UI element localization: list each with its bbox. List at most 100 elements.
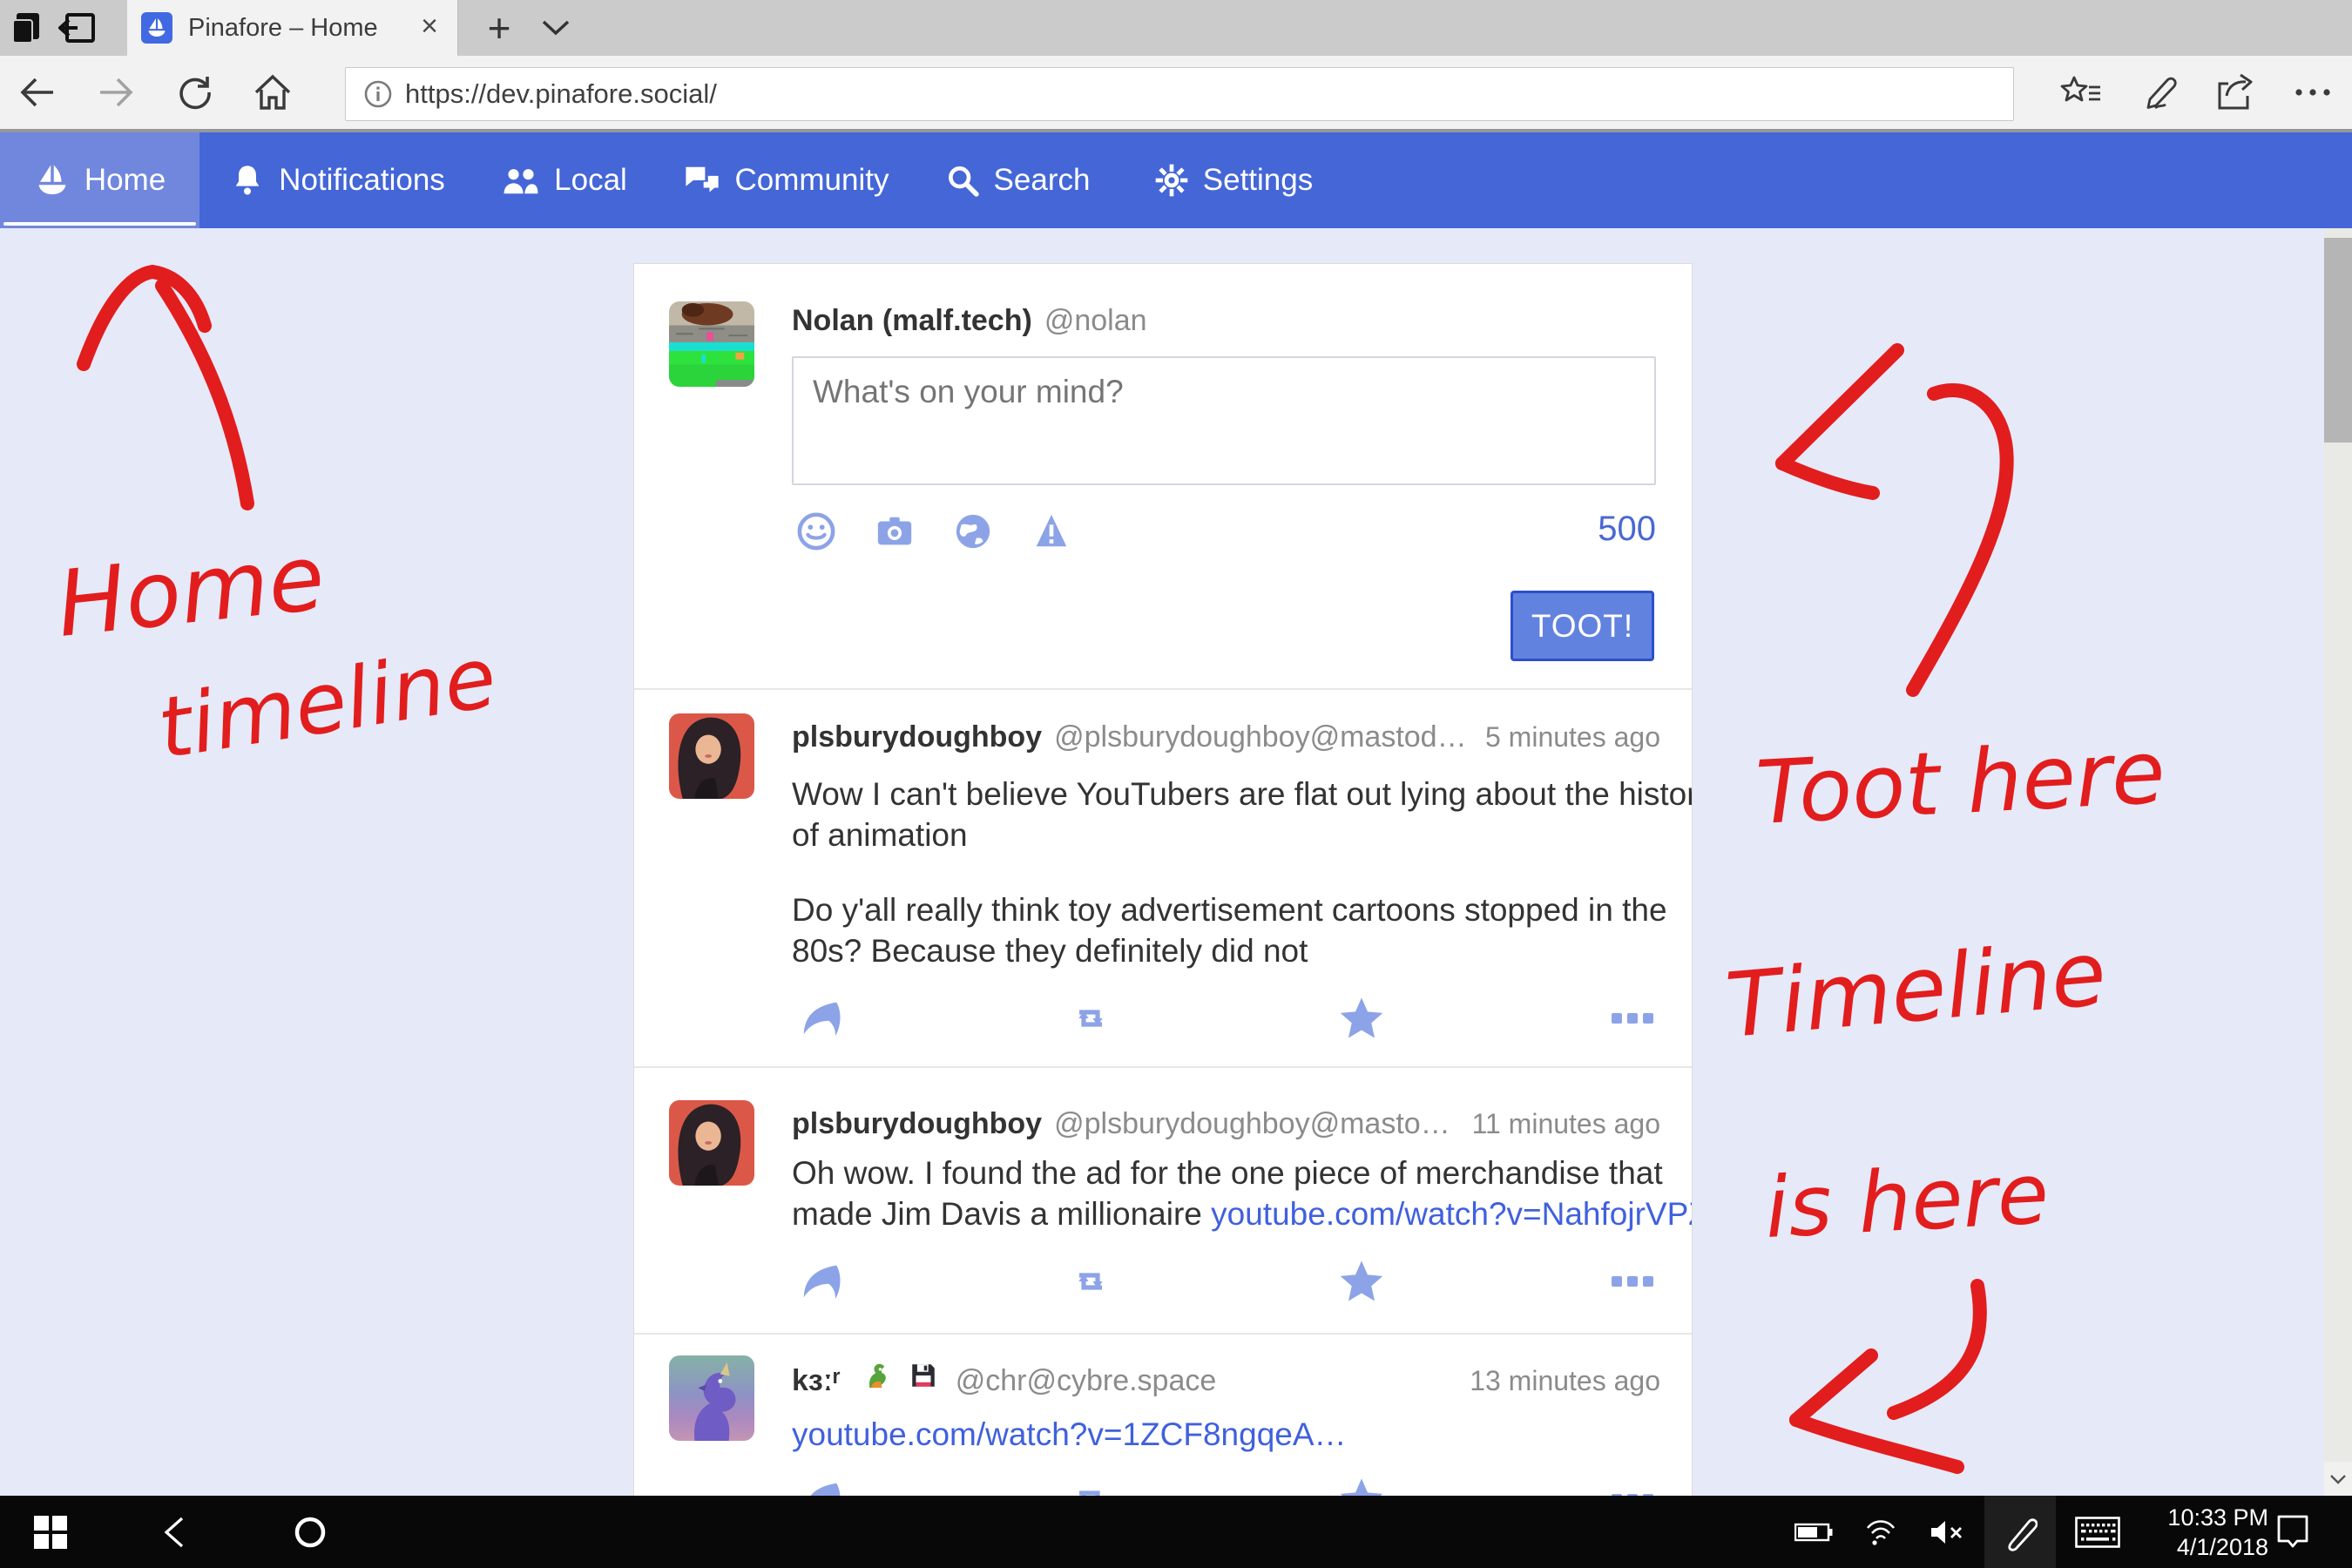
favorites-icon [2060, 75, 2102, 110]
settings-more-button[interactable] [2282, 56, 2343, 129]
compose-avatar[interactable] [669, 301, 754, 387]
share-button[interactable] [2204, 56, 2265, 129]
keyboard-icon [2075, 1517, 2120, 1548]
emoji-picker-icon[interactable] [796, 511, 836, 551]
post-text-line: 80s? Because they definitely did not [792, 930, 1667, 971]
more-icon [2294, 87, 2332, 98]
battery-button[interactable] [1784, 1496, 1843, 1568]
post-header: kɜːʳ @chr@cybre.space 13 minutes ago [792, 1361, 1660, 1398]
reply-button[interactable] [792, 1478, 848, 1496]
favorites-button[interactable] [2051, 56, 2112, 129]
favorite-button[interactable] [1334, 1260, 1389, 1303]
scrollbar-thumb[interactable] [2324, 238, 2352, 443]
start-button[interactable] [23, 1496, 78, 1568]
toot-button[interactable]: TOOT! [1511, 591, 1654, 661]
compose-handle: @nolan [1044, 304, 1147, 338]
gear-icon [1154, 163, 1189, 198]
ellipsis-icon [1610, 1275, 1655, 1288]
post-timestamp[interactable]: 5 minutes ago [1485, 721, 1660, 754]
boost-button[interactable] [1063, 1478, 1119, 1496]
action-center-button[interactable] [2265, 1496, 2321, 1568]
home-icon [253, 73, 293, 112]
divider [634, 688, 1692, 690]
set-tabs-aside-button[interactable] [9, 10, 49, 45]
nav-label-home: Home [84, 163, 166, 198]
post-link[interactable]: youtube.com/watch?v=1ZCF8ngqeA… [792, 1416, 1347, 1452]
post-avatar[interactable] [669, 1100, 754, 1186]
action-center-icon [2275, 1513, 2310, 1551]
nav-item-local[interactable]: Local [490, 132, 639, 228]
post-text: Wow I can't believe YouTubers are flat o… [792, 774, 1693, 855]
dragon-emoji-icon [860, 1361, 889, 1390]
boost-button[interactable] [1063, 997, 1119, 1039]
tabs-set-aside-icon [58, 11, 97, 44]
chevron-down-icon [541, 19, 571, 37]
camera-icon[interactable] [875, 511, 915, 551]
windows-ink-button[interactable] [1984, 1496, 2056, 1568]
post-actions [792, 1475, 1660, 1496]
back-button[interactable] [7, 56, 68, 129]
home-button[interactable] [242, 56, 303, 129]
browser-toolbar: https://dev.pinafore.social/ [0, 56, 2352, 129]
nav-label-community: Community [735, 163, 889, 198]
post-text-line: of animation [792, 814, 1693, 855]
page-scrollbar[interactable] [2324, 228, 2352, 1496]
nav-item-home[interactable]: Home [0, 132, 199, 228]
reply-button[interactable] [792, 1260, 848, 1302]
cortana-button[interactable] [279, 1496, 341, 1568]
back-icon [161, 1515, 201, 1550]
divider [634, 1333, 1692, 1335]
screen: Pinafore – Home × + https://dev.pinafo [0, 0, 2352, 1568]
post-text-span: made Jim Davis a millionaire [792, 1196, 1211, 1232]
globe-icon[interactable] [953, 511, 993, 551]
post-link[interactable]: youtube.com/watch?v=NahfojrVPZ… [1211, 1196, 1693, 1232]
web-note-button[interactable] [2127, 56, 2188, 129]
more-options-button[interactable] [1605, 1012, 1660, 1024]
close-tab-icon[interactable]: × [421, 10, 438, 44]
touch-keyboard-button[interactable] [2063, 1496, 2132, 1568]
nav-item-search[interactable]: Search [934, 132, 1101, 228]
post-actions [792, 1257, 1660, 1306]
post-text-line: made Jim Davis a millionaire youtube.com… [792, 1193, 1693, 1234]
boost-icon [1068, 1478, 1113, 1496]
tab-preview-button[interactable] [528, 0, 584, 56]
content-warning-icon[interactable] [1031, 511, 1071, 551]
taskbar-clock[interactable]: 10:33 PM 4/1/2018 [2146, 1503, 2268, 1562]
scrollbar-down-button[interactable] [2324, 1462, 2352, 1496]
volume-muted-button[interactable] [1916, 1496, 1977, 1568]
tabs-set-aside-button[interactable] [57, 10, 98, 45]
page-info-icon[interactable] [363, 79, 393, 109]
refresh-icon [176, 73, 214, 112]
favorite-button[interactable] [1334, 997, 1389, 1040]
battery-icon [1794, 1522, 1833, 1543]
reply-button[interactable] [792, 997, 848, 1039]
post-text: Do y'all really think toy advertisement … [792, 889, 1667, 971]
post-actions [792, 994, 1660, 1043]
browser-tab[interactable]: Pinafore – Home × [127, 0, 458, 56]
address-bar[interactable]: https://dev.pinafore.social/ [345, 67, 2014, 121]
more-options-button[interactable] [1605, 1275, 1660, 1288]
post-header: plsburydoughboy @plsburydoughboy@mastodo… [792, 1107, 1660, 1141]
post-avatar[interactable] [669, 713, 754, 799]
post-handle: @plsburydoughboy@mastodon.so… [1054, 720, 1473, 754]
web-note-pen-icon [2138, 73, 2178, 112]
new-tab-button[interactable]: + [469, 0, 530, 56]
compose-header: Nolan (malf.tech) @nolan [792, 304, 1660, 338]
forward-button[interactable] [85, 56, 146, 129]
tab-title: Pinafore – Home [188, 14, 414, 43]
compose-input[interactable] [792, 356, 1656, 485]
taskbar: 10:33 PM 4/1/2018 [0, 1496, 2352, 1568]
post-timestamp[interactable]: 11 minutes ago [1472, 1108, 1660, 1140]
post-avatar[interactable] [669, 1355, 754, 1441]
nav-item-settings[interactable]: Settings [1143, 132, 1324, 228]
taskbar-back-button[interactable] [150, 1496, 213, 1568]
refresh-button[interactable] [165, 56, 226, 129]
boost-button[interactable] [1063, 1260, 1119, 1302]
nav-item-notifications[interactable]: Notifications [218, 132, 457, 228]
wifi-button[interactable] [1852, 1496, 1909, 1568]
clock-date: 4/1/2018 [2146, 1532, 2268, 1562]
compose-display-name: Nolan (malf.tech) [792, 304, 1032, 338]
favorite-button[interactable] [1334, 1477, 1389, 1496]
post-timestamp[interactable]: 13 minutes ago [1470, 1365, 1660, 1397]
nav-item-community[interactable]: Community [669, 132, 902, 228]
